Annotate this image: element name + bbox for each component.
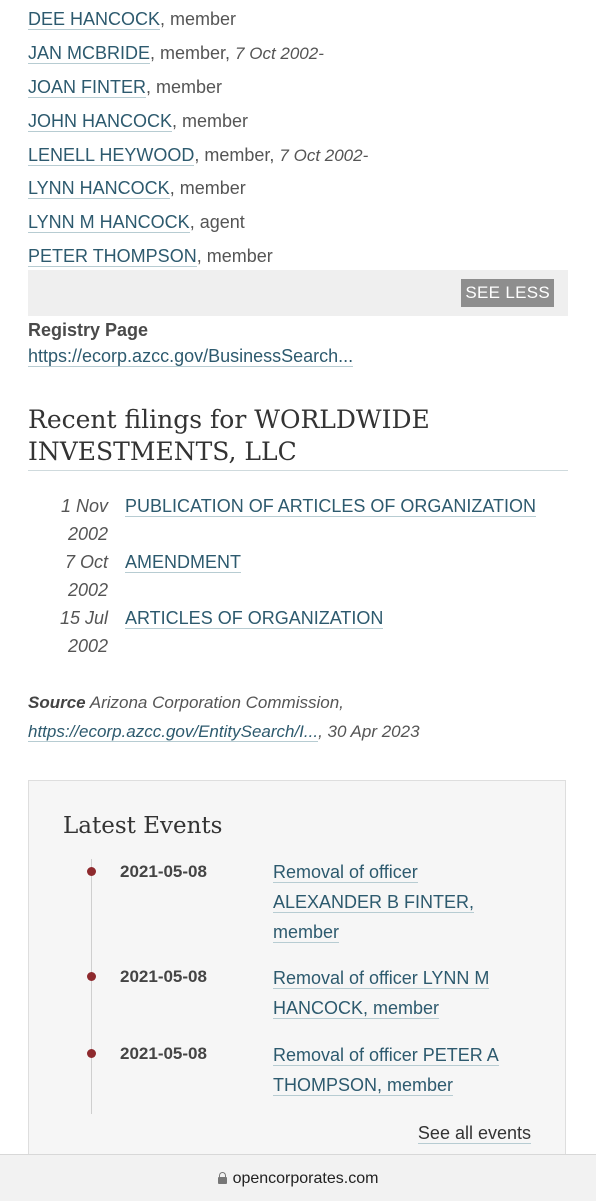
officer-link[interactable]: LYNN HANCOCK <box>28 178 170 199</box>
see-less-button[interactable]: SEE LESS <box>461 279 554 307</box>
source-line: Source Arizona Corporation Commission, h… <box>28 688 420 746</box>
filing-title-row: ARTICLES OF ORGANIZATION <box>125 604 384 632</box>
filing-date-day: 7 Oct <box>64 552 108 572</box>
timeline-dot-icon <box>87 972 96 981</box>
officer-role: , member <box>160 9 237 29</box>
filing-date-day: 15 Jul <box>59 608 108 628</box>
timeline-line <box>91 859 92 1114</box>
recent-filings-heading: Recent filings for WORLDWIDE INVESTMENTS… <box>28 404 568 471</box>
officer-role: , agent <box>189 212 245 232</box>
filing-date-year: 2002 <box>67 636 108 656</box>
registry-page-link[interactable]: https://ecorp.azcc.gov/BusinessSearch... <box>28 346 354 367</box>
officer-role: , member <box>172 111 249 131</box>
registry-page-row: https://ecorp.azcc.gov/BusinessSearch... <box>28 346 354 367</box>
browser-url-bar[interactable]: opencorporates.com <box>0 1154 596 1201</box>
event-text-row: Removal of officer PETER A THOMPSON, mem… <box>273 1040 523 1100</box>
officer-item: JOAN FINTER, member <box>28 73 222 101</box>
latest-events-panel: Latest Events 2021-05-08 Removal of offi… <box>28 780 566 1180</box>
officer-date: 7 Oct 2002- <box>279 146 369 165</box>
officer-item: JAN MCBRIDE, member, 7 Oct 2002- <box>28 39 324 67</box>
officer-link[interactable]: LENELL HEYWOOD <box>28 145 195 166</box>
event-date: 2021-05-08 <box>120 862 207 881</box>
officer-item: LYNN M HANCOCK, agent <box>28 208 245 236</box>
source-date: , 30 Apr 2023 <box>318 722 420 741</box>
event-link[interactable]: Removal of officer PETER A THOMPSON, mem… <box>273 1045 499 1096</box>
officer-item: PETER THOMPSON, member <box>28 242 273 270</box>
filing-date-year: 2002 <box>67 524 108 544</box>
filing-link[interactable]: ARTICLES OF ORGANIZATION <box>125 608 384 629</box>
event-link[interactable]: Removal of officer ALEXANDER B FINTER, m… <box>273 862 475 943</box>
officer-link[interactable]: LYNN M HANCOCK <box>28 212 190 233</box>
source-label: Source <box>28 693 86 712</box>
url-domain: opencorporates.com <box>232 1170 379 1187</box>
officer-link[interactable]: JOAN FINTER <box>28 77 147 98</box>
officer-role: , member <box>196 246 273 266</box>
see-all-events-link[interactable]: See all events <box>417 1123 531 1144</box>
timeline-dot-icon <box>87 867 96 876</box>
officer-link[interactable]: PETER THOMPSON <box>28 246 197 267</box>
see-all-events-row: See all events <box>417 1123 531 1144</box>
filing-date-year: 2002 <box>67 580 108 600</box>
source-name: Arizona Corporation Commission, <box>89 693 344 712</box>
registry-page-label: Registry Page <box>28 320 149 340</box>
officer-item: LYNN HANCOCK, member <box>28 174 246 202</box>
event-date: 2021-05-08 <box>120 1044 207 1063</box>
latest-events-heading: Latest Events <box>63 813 223 839</box>
filing-title-row: AMENDMENT <box>125 548 241 576</box>
officer-link[interactable]: DEE HANCOCK <box>28 9 161 30</box>
timeline-dot-icon <box>87 1049 96 1058</box>
filing-link[interactable]: PUBLICATION OF ARTICLES OF ORGANIZATION <box>125 496 537 517</box>
filing-date-day: 1 Nov <box>60 496 108 516</box>
officer-date: 7 Oct 2002- <box>235 44 324 63</box>
officer-link[interactable]: JAN MCBRIDE <box>28 43 151 64</box>
officer-role: , member, <box>194 145 280 165</box>
source-link[interactable]: https://ecorp.azcc.gov/EntitySearch/I... <box>28 722 319 742</box>
officer-item: LENELL HEYWOOD, member, 7 Oct 2002- <box>28 141 368 169</box>
officer-role: , member <box>146 77 223 97</box>
officer-link[interactable]: JOHN HANCOCK <box>28 111 173 132</box>
event-text-row: Removal of officer LYNN M HANCOCK, membe… <box>273 963 523 1023</box>
officer-item: JOHN HANCOCK, member <box>28 107 248 135</box>
see-less-bar: SEE LESS <box>28 270 568 316</box>
event-date: 2021-05-08 <box>120 967 207 986</box>
officer-role: , member <box>169 178 246 198</box>
lock-icon <box>217 1172 227 1184</box>
event-link[interactable]: Removal of officer LYNN M HANCOCK, membe… <box>273 968 490 1019</box>
filing-link[interactable]: AMENDMENT <box>125 552 241 573</box>
officer-item: DEE HANCOCK, member <box>28 5 236 33</box>
officer-role: , member, <box>150 43 236 63</box>
event-text-row: Removal of officer ALEXANDER B FINTER, m… <box>273 857 523 947</box>
filing-title-row: PUBLICATION OF ARTICLES OF ORGANIZATION <box>125 492 537 520</box>
